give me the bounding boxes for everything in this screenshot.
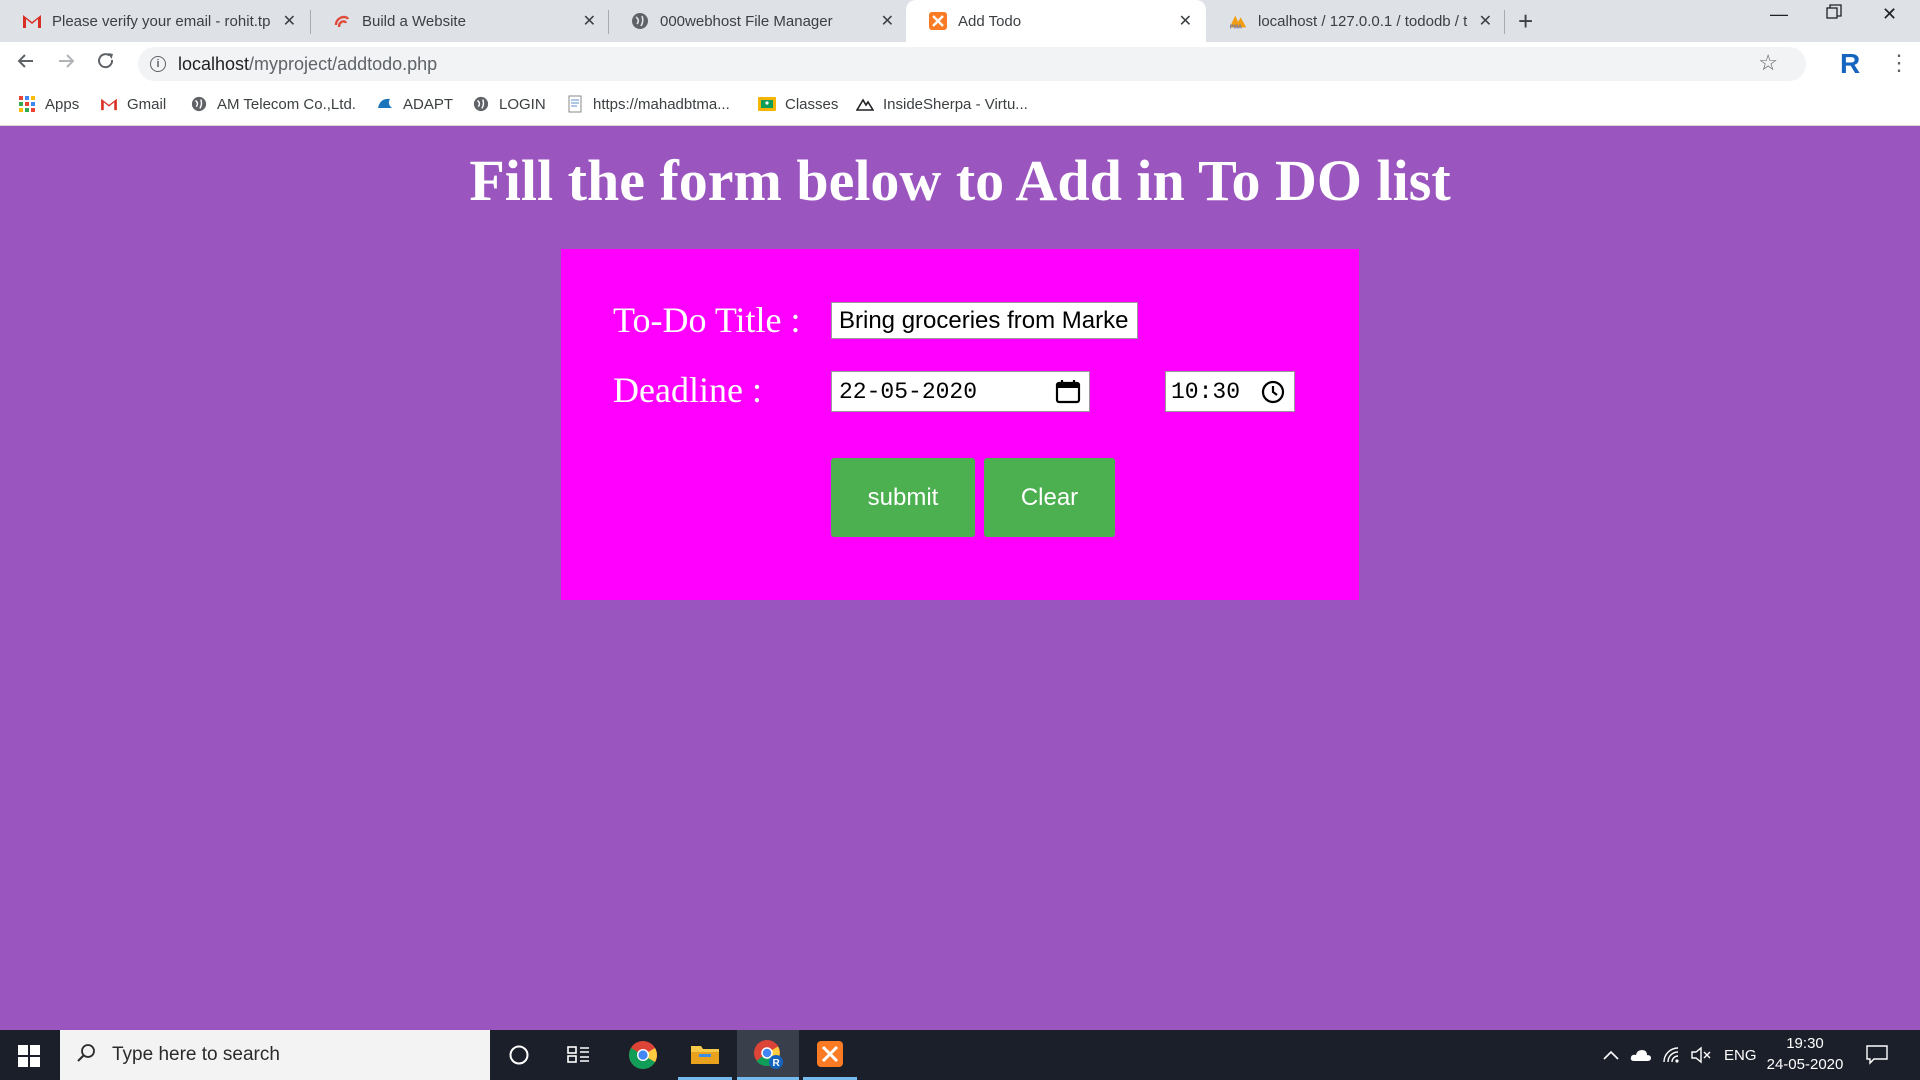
- adapt-icon: [376, 95, 394, 113]
- bookmark-login[interactable]: LOGIN: [472, 95, 546, 113]
- close-icon[interactable]: ✕: [583, 11, 596, 31]
- date-value: 22-05-2020: [839, 378, 978, 405]
- url-host: localhost: [178, 53, 250, 74]
- bookmark-label: ADAPT: [403, 95, 454, 113]
- tab-title: 000webhost File Manager: [660, 12, 833, 30]
- language-indicator[interactable]: ENG: [1724, 1030, 1757, 1080]
- calendar-icon[interactable]: [1055, 378, 1081, 411]
- page-content: Fill the form below to Add in To DO list…: [0, 127, 1920, 1030]
- apps-grid-icon: [18, 95, 36, 113]
- tab-title: Add Todo: [958, 12, 1022, 30]
- bookmark-insidesherpa[interactable]: InsideSherpa - Virtu...: [856, 95, 1028, 113]
- tab-add-todo[interactable]: Add Todo ✕: [906, 0, 1206, 42]
- mountain-icon: [856, 95, 874, 113]
- title-label: To-Do Title :: [613, 300, 801, 340]
- wifi-icon[interactable]: [1662, 1030, 1682, 1080]
- svg-text:PMA: PMA: [1230, 24, 1242, 30]
- bookmark-adapt[interactable]: ADAPT: [376, 95, 453, 113]
- tab-title: Please verify your email - rohit.tp: [52, 12, 271, 30]
- todo-form: To-Do Title : Bring groceries from Marke…: [561, 249, 1359, 600]
- search-icon: [76, 1043, 96, 1068]
- xampp-icon[interactable]: [803, 1030, 857, 1080]
- close-icon[interactable]: ✕: [1479, 11, 1492, 31]
- tab-separator: [1504, 10, 1505, 34]
- task-view-icon[interactable]: [552, 1030, 606, 1080]
- time-value: 10:30: [1171, 378, 1241, 405]
- bookmark-star-icon[interactable]: ☆: [1758, 50, 1778, 76]
- address-bar[interactable]: i localhost/myproject/addtodo.php ☆: [138, 47, 1806, 81]
- svg-text:R: R: [773, 1058, 781, 1069]
- windows-start-icon[interactable]: [18, 1045, 40, 1072]
- bookmark-mahadbt[interactable]: https://mahadbtma...: [566, 95, 730, 113]
- bookmark-classes[interactable]: Classes: [758, 95, 838, 113]
- tab-file-manager[interactable]: 000webhost File Manager ✕: [608, 0, 908, 42]
- bookmark-apps[interactable]: Apps: [18, 95, 79, 113]
- title-input[interactable]: Bring groceries from Marke: [831, 302, 1138, 339]
- taskbar-search[interactable]: Type here to search: [60, 1030, 490, 1080]
- bookmark-label: Apps: [45, 95, 80, 113]
- globe-icon: [630, 11, 650, 31]
- date-input[interactable]: 22-05-2020: [831, 371, 1090, 412]
- cortana-icon[interactable]: [492, 1030, 546, 1080]
- clock-date: 24-05-2020: [1766, 1056, 1844, 1073]
- tab-gmail[interactable]: Please verify your email - rohit.tp ✕: [0, 0, 310, 42]
- window-close-icon[interactable]: ✕: [1882, 4, 1897, 25]
- clear-button[interactable]: Clear: [984, 458, 1115, 537]
- chrome-icon[interactable]: [616, 1030, 670, 1080]
- show-hidden-icons[interactable]: [1602, 1030, 1620, 1080]
- new-tab-button[interactable]: +: [1518, 6, 1533, 37]
- page-icon: [566, 95, 584, 113]
- info-icon[interactable]: i: [150, 56, 166, 72]
- page-title: Fill the form below to Add in To DO list: [469, 148, 1451, 213]
- url-text: localhost/myproject/addtodo.php: [178, 54, 437, 75]
- classroom-icon: [758, 95, 776, 113]
- deadline-label: Deadline :: [613, 370, 762, 410]
- website-builder-icon: [332, 11, 352, 31]
- bookmark-label: InsideSherpa - Virtu...: [883, 95, 1028, 113]
- chrome-profile-icon[interactable]: R: [737, 1030, 799, 1080]
- forward-arrow-icon[interactable]: [56, 51, 76, 77]
- bookmark-gmail[interactable]: Gmail: [100, 95, 166, 113]
- url-path: /myproject/addtodo.php: [249, 53, 438, 74]
- bookmark-label: https://mahadbtma...: [593, 95, 730, 113]
- close-icon[interactable]: ✕: [881, 11, 894, 31]
- bookmark-label: Gmail: [127, 95, 167, 113]
- menu-kebab-icon[interactable]: ⋮: [1888, 50, 1910, 76]
- globe-icon: [190, 95, 208, 113]
- reload-icon[interactable]: [96, 51, 116, 77]
- profile-avatar[interactable]: R: [1840, 48, 1860, 80]
- tab-build-website[interactable]: Build a Website ✕: [310, 0, 610, 42]
- minimize-icon[interactable]: —: [1770, 4, 1788, 25]
- submit-button[interactable]: submit: [831, 458, 975, 537]
- bookmark-am-telecom[interactable]: AM Telecom Co.,Ltd.: [190, 95, 356, 113]
- file-explorer-icon[interactable]: [678, 1030, 732, 1080]
- clock-time: 19:30: [1786, 1035, 1824, 1052]
- onedrive-icon[interactable]: [1630, 1030, 1652, 1080]
- search-placeholder: Type here to search: [112, 1044, 280, 1065]
- windows-taskbar: Type here to search R ENG 19:30 24-05-20…: [0, 1030, 1920, 1080]
- bookmark-label: Classes: [785, 95, 839, 113]
- browser-toolbar: i localhost/myproject/addtodo.php ☆ R ⋮: [0, 42, 1920, 86]
- close-icon[interactable]: ✕: [1179, 11, 1192, 31]
- phpmyadmin-icon: PMA: [1228, 11, 1248, 31]
- xampp-icon: [928, 11, 948, 31]
- globe-icon: [472, 95, 490, 113]
- volume-muted-icon[interactable]: [1690, 1030, 1712, 1080]
- tab-title: localhost / 127.0.0.1 / tododb / t: [1258, 12, 1468, 30]
- close-icon[interactable]: ✕: [283, 11, 296, 31]
- tab-phpmyadmin[interactable]: PMA localhost / 127.0.0.1 / tododb / t ✕: [1206, 0, 1506, 42]
- bookmarks-bar: Apps Gmail AM Telecom Co.,Ltd. ADAPT LOG…: [0, 86, 1920, 126]
- clock-icon[interactable]: [1261, 380, 1285, 411]
- tab-title: Build a Website: [362, 12, 466, 30]
- restore-icon[interactable]: [1826, 4, 1842, 25]
- taskbar-clock[interactable]: 19:30 24-05-2020: [1760, 1033, 1850, 1075]
- time-input[interactable]: 10:30: [1165, 371, 1295, 412]
- gmail-icon: [100, 95, 118, 113]
- tab-strip: Please verify your email - rohit.tp ✕ Bu…: [0, 0, 1920, 46]
- notification-icon[interactable]: [1866, 1030, 1888, 1080]
- bookmark-label: LOGIN: [499, 95, 546, 113]
- bookmark-label: AM Telecom Co.,Ltd.: [217, 95, 356, 113]
- back-arrow-icon[interactable]: [16, 51, 36, 77]
- gmail-icon: [22, 11, 42, 31]
